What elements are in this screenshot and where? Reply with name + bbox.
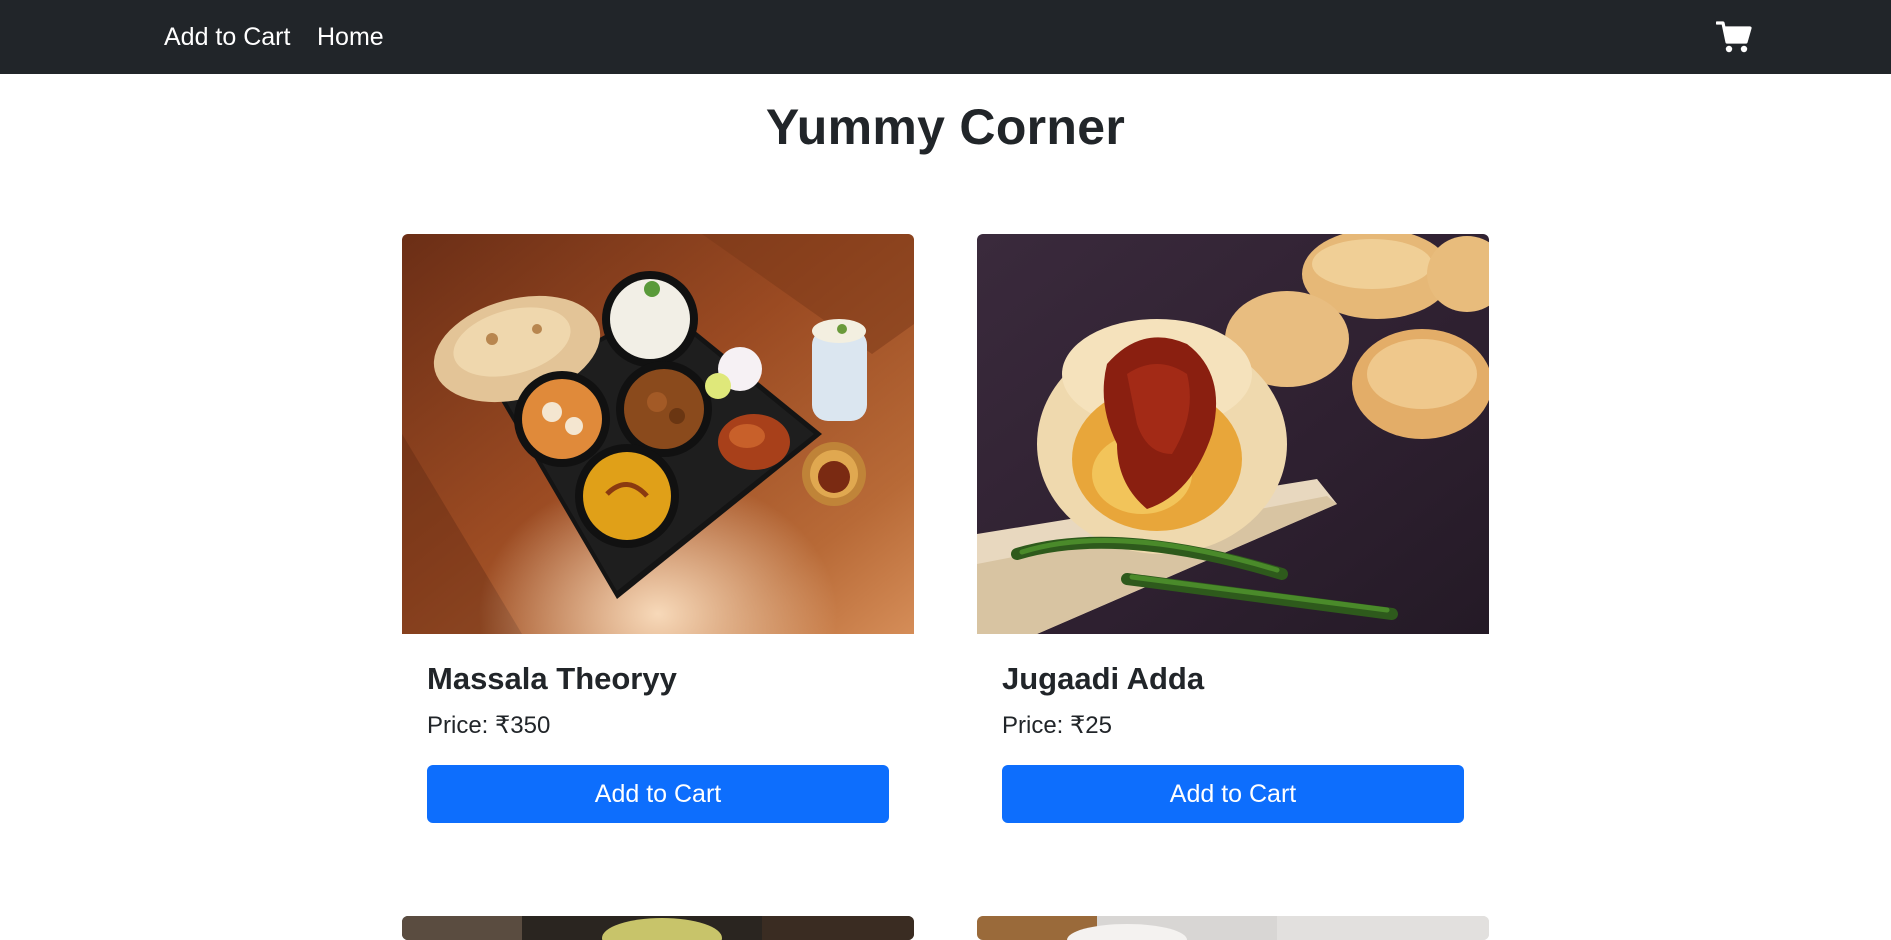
product-image-thali (402, 234, 914, 634)
product-image-vada-pav (977, 234, 1489, 634)
card-body: Massala Theoryy Price: ₹350 Add to Cart (402, 660, 914, 823)
product-card: Jugaadi Adda Price: ₹25 Add to Cart (977, 234, 1489, 823)
product-image (402, 916, 914, 940)
add-to-cart-button[interactable]: Add to Cart (427, 765, 889, 823)
cart-link[interactable] (1714, 18, 1754, 56)
product-name: Jugaadi Adda (1002, 661, 1205, 696)
product-image (977, 916, 1489, 940)
navbar: Add to Cart Home (0, 0, 1891, 74)
card-body: Jugaadi Adda Price: ₹25 Add to Cart (977, 660, 1489, 823)
page-title: Yummy Corner (765, 99, 1126, 155)
nav-brand-add-to-cart[interactable]: Add to Cart (164, 0, 290, 74)
product-name: Massala Theoryy (427, 661, 677, 696)
add-to-cart-button[interactable]: Add to Cart (1002, 765, 1464, 823)
nav-home-link[interactable]: Home (317, 0, 384, 74)
shopping-cart-icon (1716, 21, 1752, 53)
product-price: Price: ₹350 (427, 712, 551, 739)
product-card (402, 916, 914, 940)
product-card: Massala Theoryy Price: ₹350 Add to Cart (402, 234, 914, 823)
product-price: Price: ₹25 (1002, 712, 1112, 739)
product-card (977, 916, 1489, 940)
